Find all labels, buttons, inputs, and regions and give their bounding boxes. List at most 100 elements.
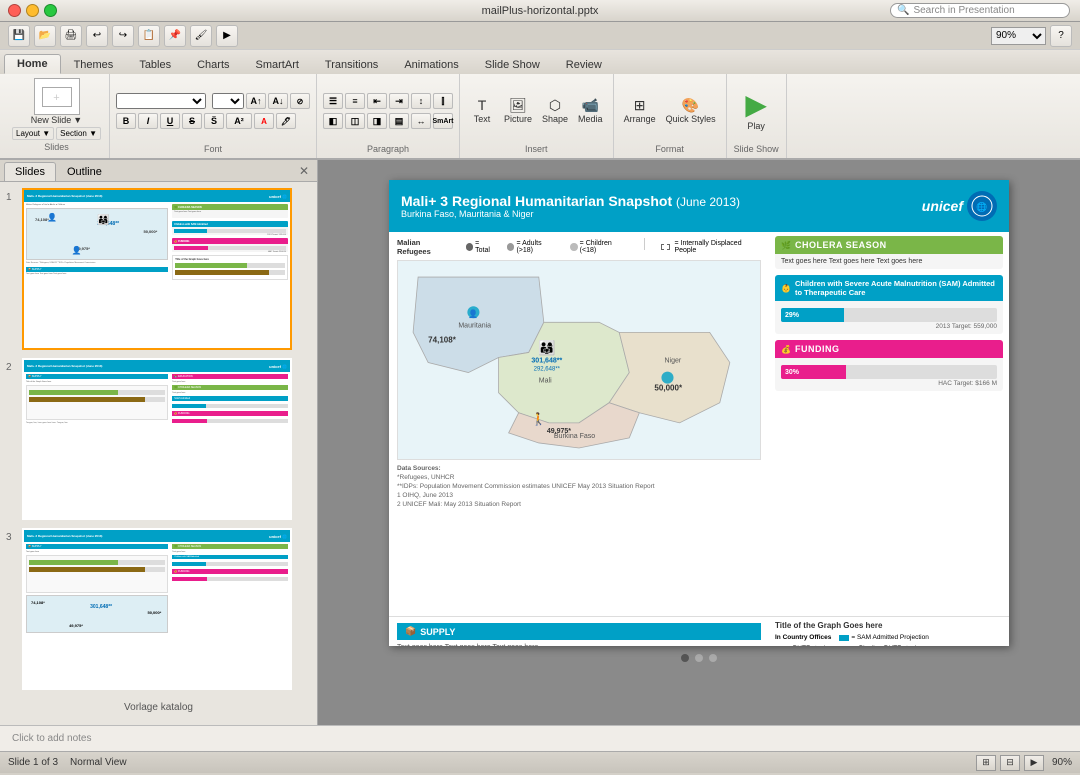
present-button[interactable]: ▶ — [216, 25, 238, 47]
strikethrough-button[interactable]: S — [182, 113, 202, 129]
slideshow-group-label: Slide Show — [734, 144, 779, 156]
picture-icon: 🖼 — [509, 98, 527, 112]
undo-button[interactable]: ↩ — [86, 25, 108, 47]
slide-area[interactable]: Mali+ 3 Regional Humanitarian Snapshot (… — [318, 160, 1080, 725]
layout-button[interactable]: Layout ▼ — [12, 127, 54, 140]
justify-button[interactable]: ▤ — [389, 113, 409, 129]
slide-sorter-button[interactable]: ⊟ — [1000, 755, 1020, 771]
media-button[interactable]: 📹 Media — [574, 95, 607, 127]
slide-thumb-3[interactable]: 3 Mali+ 3 Regional Humanitarian Snapshot… — [6, 528, 311, 690]
paste-button[interactable]: 📌 — [164, 25, 186, 47]
bold-button[interactable]: B — [116, 113, 136, 129]
slide-canvas[interactable]: Mali+ 3 Regional Humanitarian Snapshot (… — [389, 180, 1009, 646]
sam-header: 👶 Children with Severe Acute Malnutritio… — [775, 275, 1003, 301]
new-slide-label[interactable]: New Slide ▼ — [31, 115, 82, 125]
presentation-button[interactable]: ▶ — [1024, 755, 1044, 771]
align-center-button[interactable]: ◫ — [345, 113, 365, 129]
font-shrink-button[interactable]: A↓ — [268, 93, 288, 109]
slides-list: 1 Mali+ 3 Regional Humanitarian Snapshot… — [0, 182, 317, 725]
font-color-button[interactable]: A — [254, 113, 274, 129]
supply-header: 📦 SUPPLY — [397, 623, 761, 640]
format-painter[interactable]: 🖌 — [190, 25, 212, 47]
search-bar[interactable]: 🔍 Search in Presentation — [890, 3, 1070, 18]
indent-increase-button[interactable]: ⇥ — [389, 93, 409, 109]
insert-group-label: Insert — [525, 144, 548, 156]
smartart-convert-button[interactable]: SmArt — [433, 113, 453, 129]
template-label: Vorlage katalog — [6, 698, 311, 717]
align-right-button[interactable]: ◨ — [367, 113, 387, 129]
notes-area[interactable]: Click to add notes — [0, 725, 1080, 751]
tab-animations[interactable]: Animations — [391, 55, 471, 74]
slide-thumb-1[interactable]: 1 Mali+ 3 Regional Humanitarian Snapshot… — [6, 188, 311, 350]
supply-text: Text goes here Text goes here Text goes … — [397, 644, 761, 646]
dot-3[interactable] — [709, 654, 717, 662]
text-direction-button[interactable]: ↔ — [411, 113, 431, 129]
underline-button[interactable]: U — [160, 113, 180, 129]
tab-charts[interactable]: Charts — [184, 55, 242, 74]
arrange-button[interactable]: ⊞ Arrange — [620, 95, 660, 127]
shadow-button[interactable]: S̈ — [204, 113, 224, 129]
text-button[interactable]: T Text — [466, 95, 498, 127]
legend-adults-dot — [507, 243, 515, 251]
dot-2[interactable] — [695, 654, 703, 662]
picture-button[interactable]: 🖼 Picture — [500, 95, 536, 127]
tab-home[interactable]: Home — [4, 54, 61, 74]
dropdown-arrow: ▼ — [73, 115, 82, 125]
tab-slides[interactable]: Slides — [4, 162, 56, 181]
slide-body: Malian Refugees = Total = Adults (>18) =… — [389, 232, 1009, 616]
tab-review[interactable]: Review — [553, 55, 615, 74]
play-icon: ▶ — [745, 91, 767, 119]
clear-format-button[interactable]: ⊘ — [290, 93, 310, 109]
font-grow-button[interactable]: A↑ — [246, 93, 266, 109]
subscript-button[interactable]: A² — [226, 113, 252, 129]
quick-styles-button[interactable]: 🎨 Quick Styles — [662, 95, 720, 127]
maximize-button[interactable] — [44, 4, 57, 17]
slide-thumb-2[interactable]: 2 Mali+ 3 Regional Humanitarian Snapshot… — [6, 358, 311, 520]
svg-text:50,000*: 50,000* — [654, 384, 683, 393]
italic-button[interactable]: I — [138, 113, 158, 129]
help-button[interactable]: ? — [1050, 25, 1072, 47]
quick-styles-icon: 🎨 — [682, 98, 699, 112]
legend-children-dot — [570, 243, 578, 251]
new-slide-button[interactable]: + — [34, 78, 80, 115]
zoom-select[interactable]: 90% 100% 75% — [991, 27, 1046, 45]
minimize-button[interactable] — [26, 4, 39, 17]
bullet-list-button[interactable]: ☰ — [323, 93, 343, 109]
play-button[interactable]: ▶ Play — [740, 88, 772, 134]
tab-slideshow[interactable]: Slide Show — [472, 55, 553, 74]
line-spacing-button[interactable]: ↕ — [411, 93, 431, 109]
save-button[interactable]: 💾 — [8, 25, 30, 47]
sam-body: 29% 2013 Target: 559,000 — [775, 301, 1003, 334]
indent-decrease-button[interactable]: ⇤ — [367, 93, 387, 109]
redo-button[interactable]: ↪ — [112, 25, 134, 47]
slide-thumbnail-3[interactable]: Mali+ 3 Regional Humanitarian Snapshot (… — [22, 528, 292, 690]
svg-text:Mauritania: Mauritania — [458, 322, 491, 329]
normal-view-button[interactable]: ⊞ — [976, 755, 996, 771]
print-button[interactable]: 🖨 — [60, 25, 82, 47]
section-button[interactable]: Section ▼ — [56, 127, 101, 140]
dot-1[interactable] — [681, 654, 689, 662]
text-icon: T — [478, 98, 487, 112]
numbered-list-button[interactable]: ≡ — [345, 93, 365, 109]
align-left-button[interactable]: ◧ — [323, 113, 343, 129]
tab-tables[interactable]: Tables — [126, 55, 184, 74]
tab-transitions[interactable]: Transitions — [312, 55, 391, 74]
tab-smartart[interactable]: SmartArt — [243, 55, 312, 74]
font-size-select[interactable] — [212, 93, 244, 109]
slide-left: Malian Refugees = Total = Adults (>18) =… — [389, 232, 769, 616]
shape-button[interactable]: ⬡ Shape — [538, 95, 572, 127]
copy-button[interactable]: 📋 — [138, 25, 160, 47]
map-area[interactable]: Mauritania Mali Niger Burkina Faso 👤 74,… — [397, 260, 761, 460]
cholera-header: 🌿 CHOLERA SEASON — [775, 236, 1003, 254]
open-button[interactable]: 📂 — [34, 25, 56, 47]
highlight-button[interactable]: 🖊 — [276, 113, 296, 129]
panel-close-button[interactable]: ✕ — [295, 162, 313, 180]
font-family-select[interactable] — [116, 93, 206, 109]
slide-thumbnail-1[interactable]: Mali+ 3 Regional Humanitarian Snapshot (… — [22, 188, 292, 350]
close-button[interactable] — [8, 4, 21, 17]
sam-progress-fill: 29% — [781, 308, 844, 322]
slide-thumbnail-2[interactable]: Mali+ 3 Regional Humanitarian Snapshot (… — [22, 358, 292, 520]
tab-themes[interactable]: Themes — [61, 55, 127, 74]
columns-button[interactable]: ⫿ — [433, 93, 453, 109]
tab-outline[interactable]: Outline — [56, 162, 113, 181]
